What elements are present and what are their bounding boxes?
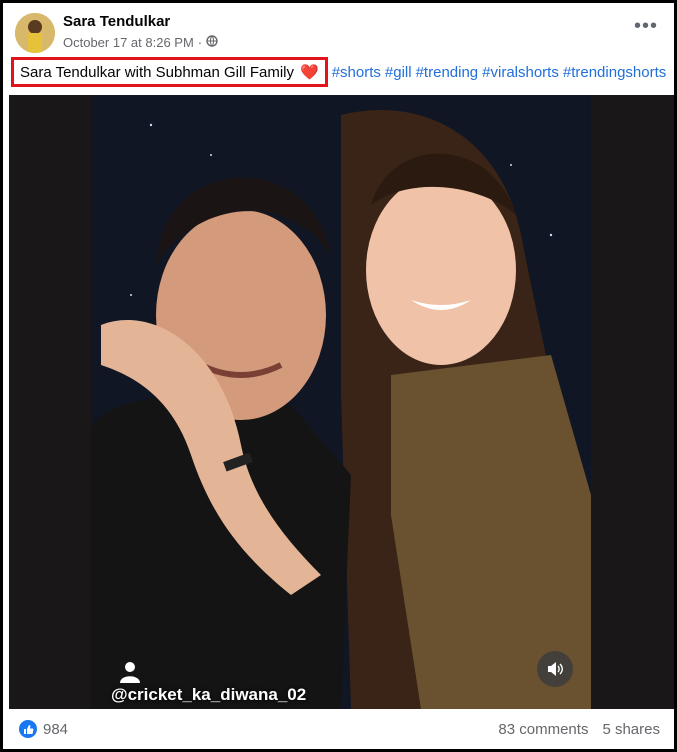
post-meta: October 17 at 8:26 PM · bbox=[63, 35, 218, 50]
hashtag-link[interactable]: #viralshorts bbox=[482, 64, 559, 81]
meta-separator: · bbox=[197, 35, 203, 50]
hashtag-link[interactable]: #trending bbox=[416, 64, 479, 81]
author-name[interactable]: Sara Tendulkar bbox=[63, 13, 170, 30]
hashtag-list: #shorts #gill #trending #viralshorts #trendi… bbox=[332, 64, 671, 81]
hashtag-link[interactable]: #trendingshorts bbox=[563, 64, 666, 81]
heart-emoji: ❤️ bbox=[300, 64, 319, 81]
engagement-stats: 83 comments 5 shares bbox=[498, 721, 660, 738]
user-icon bbox=[117, 659, 143, 685]
author-avatar[interactable] bbox=[15, 13, 55, 53]
video-watermark: @cricket_ka_diwana_02 bbox=[111, 685, 307, 704]
hashtag-link[interactable]: #gill bbox=[385, 64, 412, 81]
hashtag-link[interactable]: #shorts bbox=[332, 64, 381, 81]
comments-count[interactable]: 83 comments bbox=[498, 721, 588, 738]
globe-icon bbox=[206, 35, 218, 50]
video-player[interactable]: @cricket_ka_diwana_02 bbox=[9, 95, 674, 709]
shares-count[interactable]: 5 shares bbox=[602, 721, 660, 738]
post-timestamp[interactable]: October 17 at 8:26 PM bbox=[63, 35, 194, 50]
video-frame bbox=[91, 95, 591, 709]
like-reaction-icon[interactable] bbox=[19, 720, 37, 738]
caption-text: Sara Tendulkar with Subhman Gill Family bbox=[20, 63, 295, 81]
like-count[interactable]: 984 bbox=[43, 721, 68, 738]
more-options-icon[interactable]: ••• bbox=[634, 16, 658, 36]
post-caption: Sara Tendulkar with Subhman Gill Family … bbox=[11, 57, 671, 87]
highlighted-caption: Sara Tendulkar with Subhman Gill Family … bbox=[11, 57, 328, 87]
speaker-icon[interactable] bbox=[537, 651, 573, 687]
post-footer: 984 83 comments 5 shares bbox=[3, 709, 674, 749]
facebook-post: Sara Tendulkar October 17 at 8:26 PM · •… bbox=[0, 0, 677, 752]
